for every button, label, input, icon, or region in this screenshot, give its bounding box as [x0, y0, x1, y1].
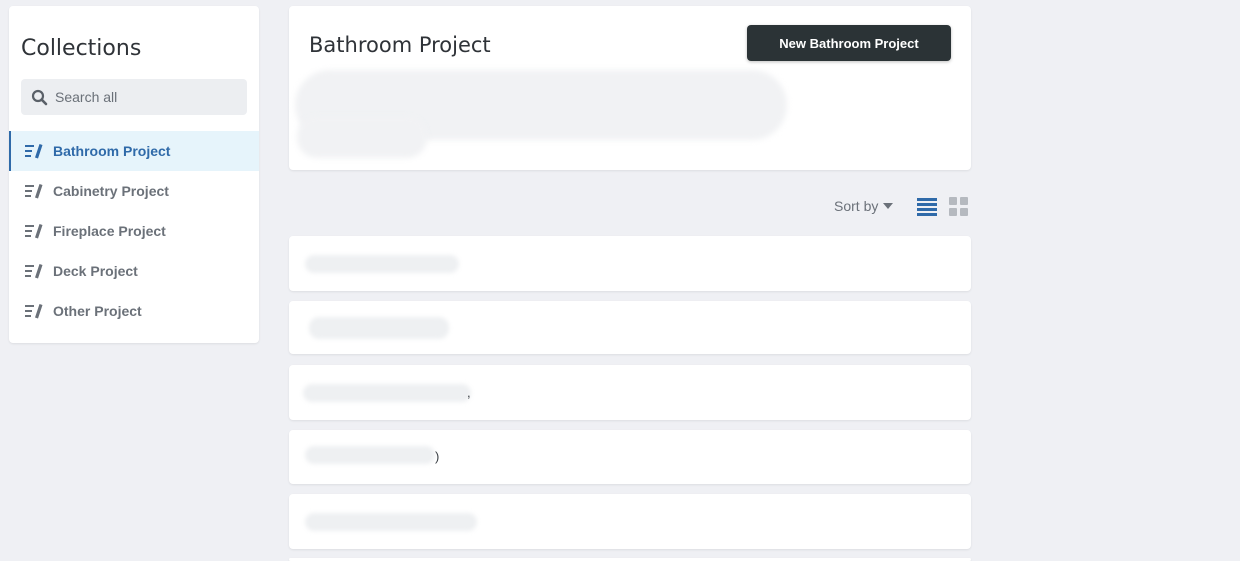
list-item[interactable]: , [289, 365, 971, 420]
redacted-description-tail [297, 116, 427, 158]
sort-dropdown[interactable]: Sort by [834, 198, 894, 214]
collection-icon [25, 263, 44, 279]
collection-icon [25, 303, 44, 319]
sidebar-item-other-project[interactable]: Other Project [9, 291, 259, 331]
caret-down-icon [883, 203, 894, 209]
sidebar-item-bathroom-project[interactable]: Bathroom Project [9, 131, 259, 171]
search-icon [31, 89, 48, 105]
sidebar-title: Collections [21, 36, 142, 61]
sidebar-item-fireplace-project[interactable]: Fireplace Project [9, 211, 259, 251]
new-bathroom-project-button[interactable]: New Bathroom Project [747, 25, 951, 61]
item-title-fragment: ) [435, 449, 440, 464]
collection-list: Bathroom Project Cabinetry Project Firep… [9, 131, 259, 331]
search-box[interactable] [21, 79, 247, 115]
redacted-item-title [305, 446, 435, 464]
sidebar-item-label: Cabinetry Project [53, 183, 169, 199]
redacted-item-title [305, 255, 459, 273]
sidebar-item-label: Deck Project [53, 263, 138, 279]
sidebar-item-cabinetry-project[interactable]: Cabinetry Project [9, 171, 259, 211]
redacted-item-title [309, 317, 449, 339]
list-item[interactable] [289, 301, 971, 354]
redacted-item-title [305, 513, 477, 531]
collection-icon [25, 223, 44, 239]
item-title-fragment: , [467, 385, 471, 400]
page-title: Bathroom Project [309, 33, 491, 57]
collections-sidebar: Collections Bathroom Project [9, 6, 259, 343]
sidebar-item-label: Fireplace Project [53, 223, 166, 239]
sidebar-item-label: Bathroom Project [53, 143, 171, 159]
list-item[interactable]: ) [289, 430, 971, 484]
sort-label: Sort by [834, 198, 879, 214]
sidebar-item-label: Other Project [53, 303, 142, 319]
redacted-item-title [303, 384, 471, 402]
collection-header-card: Bathroom Project New Bathroom Project [289, 6, 971, 170]
search-input[interactable] [53, 88, 237, 106]
collection-icon [25, 183, 44, 199]
grid-view-icon[interactable] [949, 197, 969, 217]
list-item[interactable] [289, 494, 971, 549]
list-view-icon[interactable] [917, 197, 937, 217]
sidebar-item-deck-project[interactable]: Deck Project [9, 251, 259, 291]
collection-icon [25, 143, 44, 159]
list-item[interactable] [289, 236, 971, 291]
